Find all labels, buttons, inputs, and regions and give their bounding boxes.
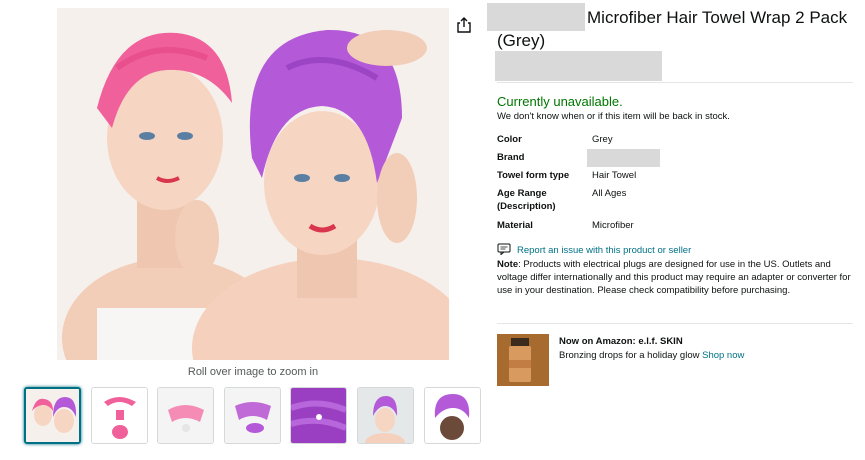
product-photo: [57, 8, 449, 360]
product-title: Microfiber Hair Towel Wrap 2 Pack (Grey): [497, 8, 848, 50]
spec-value-color: Grey: [592, 134, 613, 145]
thumbnail-1[interactable]: [24, 387, 81, 444]
availability-status: Currently unavailable.: [497, 94, 623, 109]
ad-description: Bronzing drops for a holiday glow: [559, 350, 700, 361]
report-issue-link[interactable]: Report an issue with this product or sel…: [497, 243, 691, 258]
divider: [497, 82, 853, 83]
spec-label-material: Material: [497, 220, 533, 231]
ad-title: Now on Amazon: e.l.f. SKIN: [559, 336, 683, 347]
ad-product-image[interactable]: [497, 334, 549, 386]
ad-text: Bronzing drops for a holiday glow Shop n…: [559, 350, 744, 361]
report-issue-label: Report an issue with this product or sel…: [517, 245, 692, 256]
spec-value-brand: [587, 149, 660, 167]
share-icon[interactable]: [455, 16, 473, 34]
shop-now-link[interactable]: Shop now: [702, 350, 744, 361]
spec-label-age-range: Age Range (Description): [497, 188, 556, 212]
redacted-store-link: [495, 51, 662, 81]
thumbnail-6[interactable]: [357, 387, 414, 444]
report-icon: [497, 243, 511, 258]
spec-value-material: Microfiber: [592, 220, 634, 231]
thumbnail-4[interactable]: [224, 387, 281, 444]
thumbnail-3[interactable]: [157, 387, 214, 444]
spec-label-brand: Brand: [497, 152, 525, 163]
thumbnail-7[interactable]: [424, 387, 481, 444]
spec-label-color: Color: [497, 134, 522, 145]
note-label: Note: [497, 259, 519, 270]
thumbnail-2[interactable]: [91, 387, 148, 444]
note-text: : Products with electrical plugs are des…: [497, 259, 851, 296]
divider: [497, 323, 853, 324]
spec-value-towel-form: Hair Towel: [592, 170, 637, 181]
main-product-image[interactable]: [57, 8, 449, 360]
zoom-hint: Roll over image to zoom in: [187, 366, 319, 378]
spec-value-age-range: All Ages: [592, 188, 627, 199]
availability-note: We don't know when or if this item will …: [497, 111, 730, 122]
spec-label-towel-form: Towel form type: [497, 170, 570, 181]
electrical-note: Note: Products with electrical plugs are…: [497, 258, 857, 297]
thumbnail-5[interactable]: [290, 387, 347, 444]
